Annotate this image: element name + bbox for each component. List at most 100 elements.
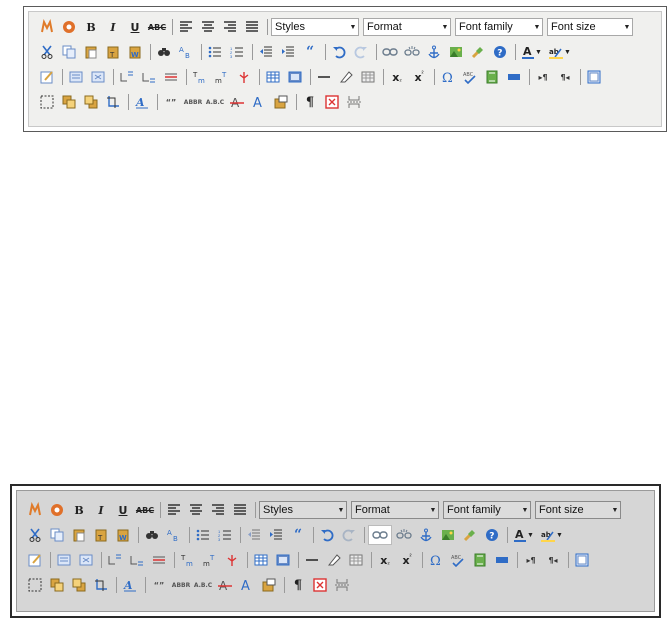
strike-line-icon[interactable] <box>161 67 181 87</box>
styles-select[interactable]: Styles ▼ <box>259 501 347 519</box>
page-break-icon[interactable] <box>310 575 330 595</box>
align-right-icon[interactable] <box>220 17 240 37</box>
superscript-script-icon[interactable] <box>117 67 137 87</box>
pagebreak-dashed-icon[interactable] <box>344 92 364 112</box>
insert-layer-icon[interactable] <box>66 67 86 87</box>
media-icon[interactable] <box>482 67 502 87</box>
styles-select[interactable]: Styles ▼ <box>271 18 359 36</box>
unlink-icon[interactable] <box>394 525 414 545</box>
background-color-button[interactable]: ab ▼ <box>539 525 565 545</box>
subscript-script-icon[interactable] <box>127 550 147 570</box>
new-document-icon[interactable] <box>47 500 67 520</box>
replace-icon[interactable]: AB <box>176 42 196 62</box>
format-select[interactable]: Format ▼ <box>363 18 451 36</box>
template-icon[interactable] <box>88 67 108 87</box>
text-color-button[interactable]: A ▼ <box>511 525 537 545</box>
nonbreaking-space-icon[interactable]: Tm <box>178 550 198 570</box>
blockquote-button[interactable]: “ <box>300 42 320 62</box>
undo-icon[interactable] <box>329 42 349 62</box>
styleprops-icon[interactable]: A <box>120 575 140 595</box>
image-icon[interactable] <box>438 525 458 545</box>
show-blocks-button[interactable]: ¶ <box>288 575 308 595</box>
strikethrough-button[interactable]: ABC <box>147 17 167 37</box>
cut-icon[interactable] <box>37 42 57 62</box>
help-icon[interactable]: ? <box>490 42 510 62</box>
outdent-icon[interactable] <box>244 525 264 545</box>
insert-text-icon[interactable]: A <box>249 92 269 112</box>
align-center-icon[interactable] <box>186 500 206 520</box>
text-color-button[interactable]: A ▼ <box>519 42 545 62</box>
nonbreaking-space-icon[interactable]: Tm <box>190 67 210 87</box>
format-select[interactable]: Format ▼ <box>351 501 439 519</box>
strikethrough-button[interactable]: ABC <box>135 500 155 520</box>
paste-icon[interactable] <box>69 525 89 545</box>
delete-text-icon[interactable]: A <box>215 575 235 595</box>
replace-icon[interactable]: AB <box>164 525 184 545</box>
subscript-script-icon[interactable] <box>139 67 159 87</box>
media-icon[interactable] <box>470 550 490 570</box>
find-icon[interactable] <box>142 525 162 545</box>
ltr-button[interactable]: ▸¶ <box>533 67 553 87</box>
pagebreak-dashed-icon[interactable] <box>332 575 352 595</box>
bold-button[interactable]: B <box>81 17 101 37</box>
insert-layer-dashed-icon[interactable] <box>37 92 57 112</box>
visual-aid-icon[interactable] <box>358 67 378 87</box>
cleanup-icon[interactable] <box>460 525 480 545</box>
copy-icon[interactable] <box>59 42 79 62</box>
acronym-button[interactable]: ABBR <box>183 92 203 112</box>
insert-mark-icon[interactable]: mT <box>212 67 232 87</box>
blockquote-button[interactable]: “ <box>288 525 308 545</box>
underline-button[interactable]: U <box>113 500 133 520</box>
anchor-icon[interactable] <box>424 42 444 62</box>
edit-document-icon[interactable] <box>37 67 57 87</box>
save-icon[interactable] <box>37 17 57 37</box>
page-break-icon[interactable] <box>322 92 342 112</box>
cleanup-icon[interactable] <box>468 42 488 62</box>
edit-document-icon[interactable] <box>25 550 45 570</box>
cite-button[interactable]: “” <box>161 92 181 112</box>
align-right-icon[interactable] <box>208 500 228 520</box>
fullscreen-icon[interactable] <box>584 67 604 87</box>
anchor-icon[interactable] <box>416 525 436 545</box>
link-icon[interactable] <box>368 525 392 545</box>
cut-icon[interactable] <box>25 525 45 545</box>
save-icon[interactable] <box>25 500 45 520</box>
new-document-icon[interactable] <box>59 17 79 37</box>
bold-button[interactable]: B <box>69 500 89 520</box>
template-icon[interactable] <box>76 550 96 570</box>
attributes-icon[interactable] <box>271 92 291 112</box>
insert-layer-dashed-icon[interactable] <box>25 575 45 595</box>
numbered-list-icon[interactable]: 123 <box>215 525 235 545</box>
rtl-button[interactable]: ¶◂ <box>555 67 575 87</box>
superscript-button[interactable]: x² <box>409 67 429 87</box>
background-color-button[interactable]: ab ▼ <box>547 42 573 62</box>
horizontal-rule-icon[interactable] <box>302 550 322 570</box>
align-justify-icon[interactable] <box>242 17 262 37</box>
table-icon[interactable] <box>251 550 271 570</box>
underline-button[interactable]: U <box>125 17 145 37</box>
table-properties-icon[interactable] <box>273 550 293 570</box>
attributes-icon[interactable] <box>259 575 279 595</box>
remove-format-icon[interactable] <box>324 550 344 570</box>
help-icon[interactable]: ? <box>482 525 502 545</box>
insert-tree-icon[interactable] <box>234 67 254 87</box>
move-forward-icon[interactable] <box>59 92 79 112</box>
spellcheck-icon[interactable]: ABC <box>460 67 480 87</box>
move-forward-icon[interactable] <box>47 575 67 595</box>
font-size-select[interactable]: Font size ▼ <box>535 501 621 519</box>
align-justify-icon[interactable] <box>230 500 250 520</box>
horizontal-rule-icon[interactable] <box>314 67 334 87</box>
find-icon[interactable] <box>154 42 174 62</box>
copy-icon[interactable] <box>47 525 67 545</box>
paste-word-icon[interactable]: W <box>113 525 133 545</box>
acronym-button[interactable]: ABBR <box>171 575 191 595</box>
undo-icon[interactable] <box>317 525 337 545</box>
rtl-button[interactable]: ¶◂ <box>543 550 563 570</box>
numbered-list-icon[interactable]: 123 <box>227 42 247 62</box>
image-icon[interactable] <box>446 42 466 62</box>
remove-format-icon[interactable] <box>336 67 356 87</box>
indent-icon[interactable] <box>278 42 298 62</box>
unlink-icon[interactable] <box>402 42 422 62</box>
outdent-icon[interactable] <box>256 42 276 62</box>
paste-text-icon[interactable]: T <box>91 525 111 545</box>
